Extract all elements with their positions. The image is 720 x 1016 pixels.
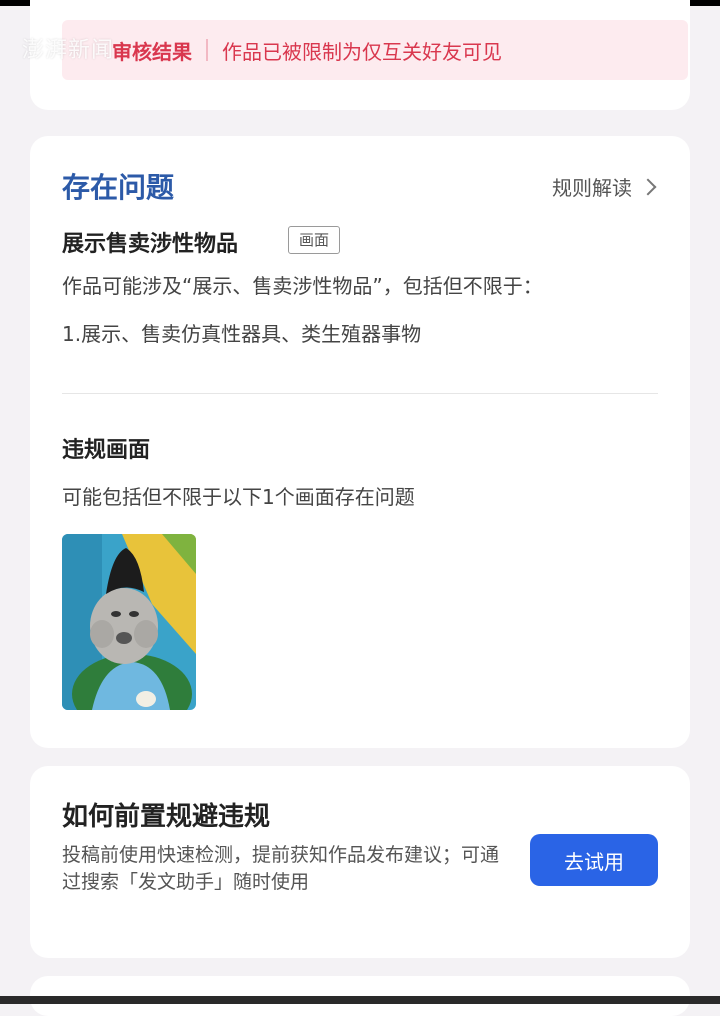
rules-link[interactable]: 规则解读 <box>552 172 657 201</box>
problem-card: 存在问题 规则解读 展示售卖涉性物品 画面 作品可能涉及“展示、售卖涉性物品”，… <box>30 136 690 748</box>
banner-divider <box>206 39 208 61</box>
prevention-title: 如何前置规避违规 <box>62 802 271 832</box>
violation-title: 违规画面 <box>62 438 151 463</box>
issue-tag: 画面 <box>288 226 341 254</box>
violation-description: 可能包括但不限于以下1个画面存在问题 <box>62 485 415 509</box>
issue-title: 展示售卖涉性物品 <box>62 232 239 257</box>
try-button[interactable]: 去试用 <box>530 834 658 886</box>
issue-description: 作品可能涉及“展示、售卖涉性物品”，包括但不限于： <box>62 274 543 298</box>
prevention-card: 如何前置规避违规 投稿前使用快速检测，提前获知作品发布建议；可通过搜索「发文助手… <box>30 766 690 958</box>
chevron-right-icon <box>639 178 657 195</box>
cartoon-frame-image <box>62 534 196 710</box>
problem-section-title: 存在问题 <box>62 171 175 204</box>
audit-result-label: 审核结果 <box>112 39 192 64</box>
audit-result-card: 审核结果 作品已被限制为仅互关好友可见 <box>30 0 690 110</box>
section-divider <box>62 393 658 394</box>
audit-result-text: 作品已被限制为仅互关好友可见 <box>222 39 502 64</box>
issue-item: 1.展示、售卖仿真性器具、类生殖器事物 <box>62 322 422 346</box>
rules-link-label: 规则解读 <box>552 176 632 200</box>
audit-result-banner: 审核结果 作品已被限制为仅互关好友可见 <box>62 20 688 80</box>
watermark: 澎湃新闻 <box>22 38 115 63</box>
prevention-description: 投稿前使用快速检测，提前获知作品发布建议；可通过搜索「发文助手」随时使用 <box>62 844 500 893</box>
bottom-bar <box>0 996 720 1004</box>
violation-frame-thumbnail[interactable] <box>62 534 196 710</box>
